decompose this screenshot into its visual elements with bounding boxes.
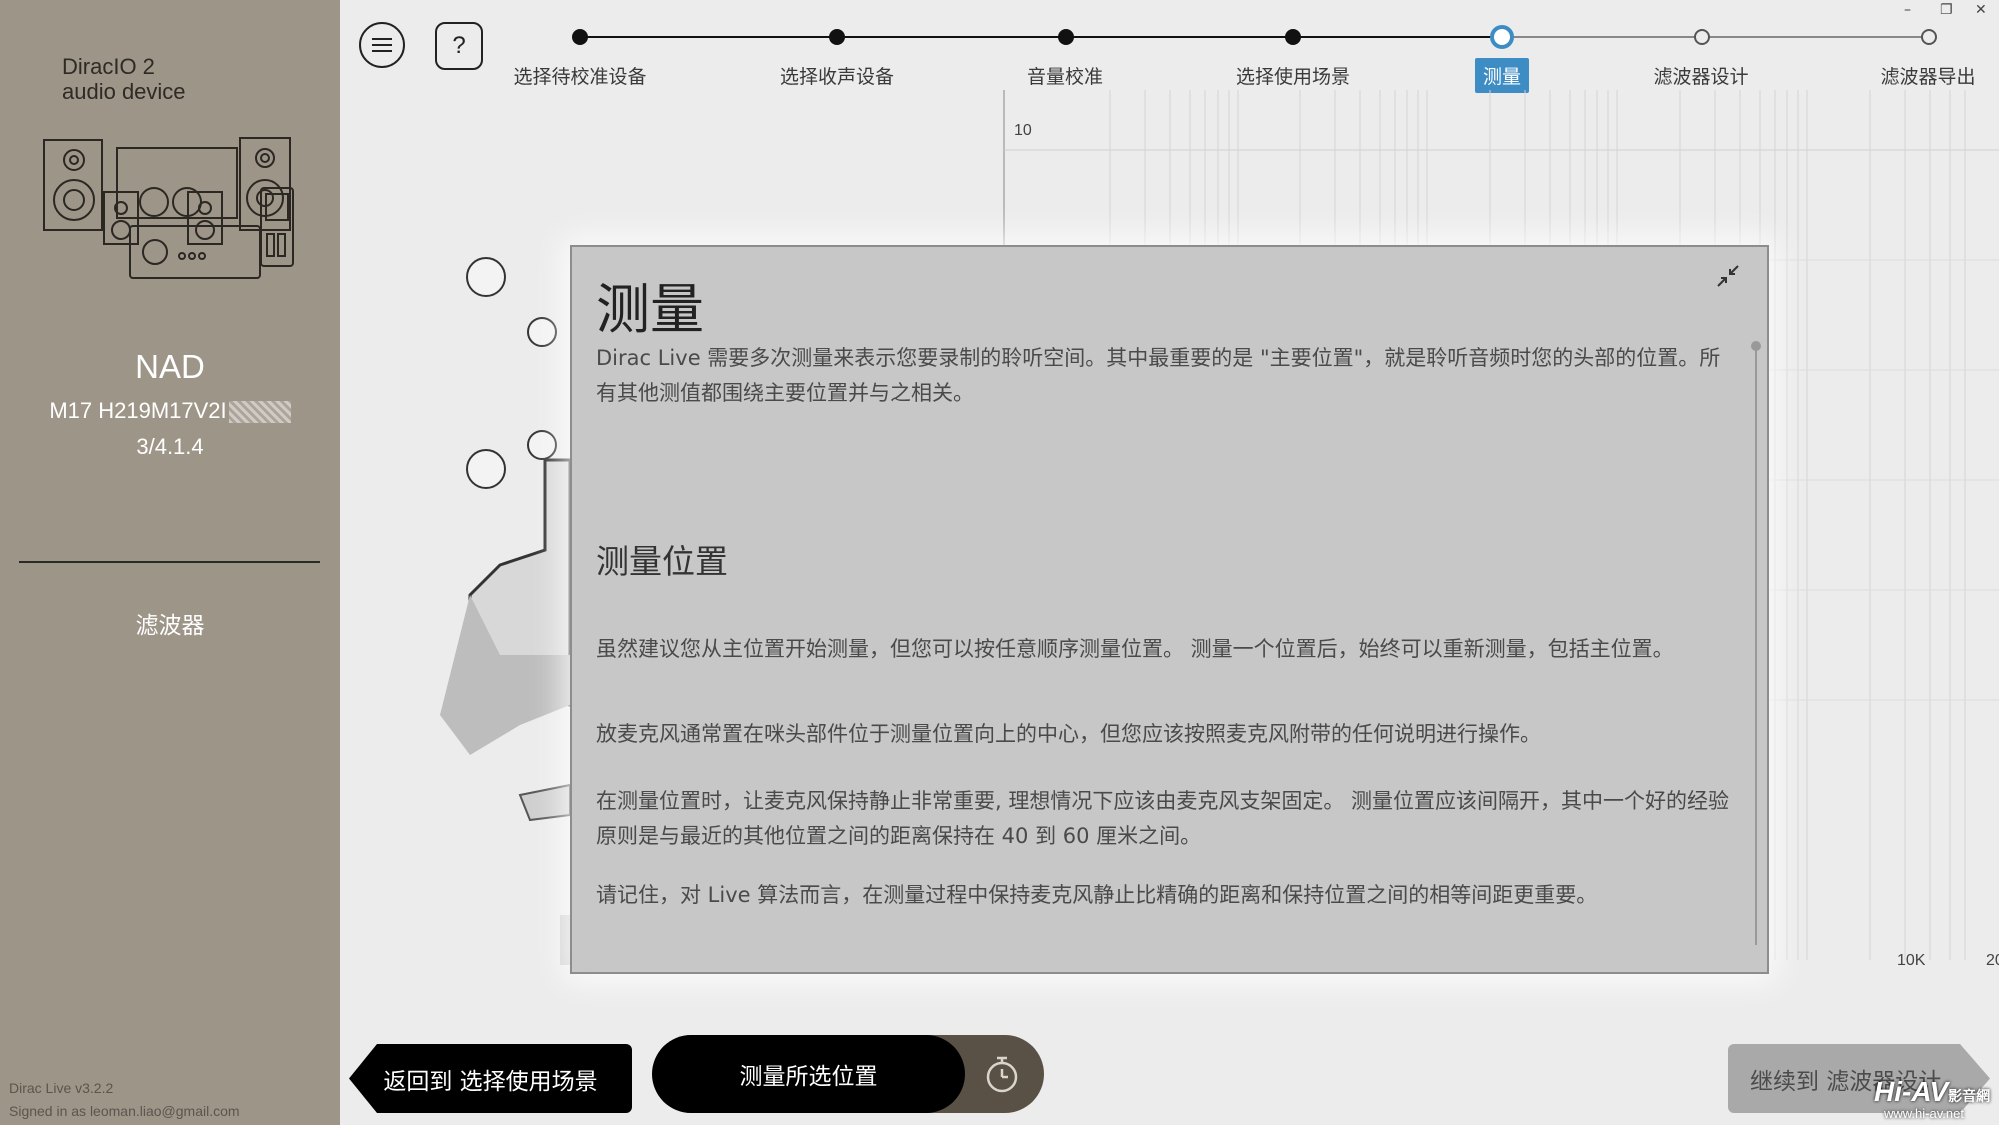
y-tick-10: 10: [1014, 122, 1032, 139]
step-label-select-mic[interactable]: 选择收声设备: [780, 62, 894, 89]
measurement-help-dialog: 测量 Dirac Live 需要多次测量来表示您要录制的聆听空间。其中最重要的是…: [570, 245, 1769, 974]
dialog-para-3: 在测量位置时，让麦克风保持静止非常重要, 理想情况下应该由麦克风支架固定。 测量…: [596, 789, 1730, 848]
sidebar-footer: Dirac Live v3.2.2 Signed in as leoman.li…: [9, 1077, 240, 1123]
stepper-remaining-line: [1502, 36, 1929, 38]
dialog-para-4: 请记住，对 Live 算法而言，在测量过程中保持麦克风静止比精确的距离和保持位置…: [596, 883, 1598, 907]
position-marker[interactable]: [466, 257, 506, 297]
step-dot-scenario[interactable]: [1285, 29, 1301, 45]
redacted-serial: [228, 401, 291, 424]
dialog-scroll-thumb[interactable]: [1751, 341, 1761, 351]
collapse-icon[interactable]: [1717, 265, 1739, 287]
menu-button[interactable]: [359, 22, 405, 68]
restore-button[interactable]: ❐: [1940, 2, 1953, 18]
step-label-measure[interactable]: 测量: [1474, 58, 1530, 93]
device-title: DiracIO 2 audio device: [62, 54, 186, 104]
watermark-logo: Hi-AV影音網 www.hi-av.net: [1874, 1076, 1991, 1121]
device-name-line1: DiracIO 2: [62, 54, 155, 79]
speaker-system-illustration: [43, 137, 294, 279]
measure-selected-button[interactable]: 测量所选位置: [652, 1035, 965, 1113]
step-dot-measure[interactable]: [1490, 25, 1514, 49]
x-tick-20k: 20: [1986, 952, 1999, 969]
minimize-button[interactable]: –: [1904, 2, 1911, 18]
step-label-volume[interactable]: 音量校准: [1027, 62, 1103, 89]
step-label-filter-design[interactable]: 滤波器设计: [1653, 62, 1748, 89]
step-dot-filter-export[interactable]: [1921, 29, 1937, 45]
listener-chair-illustration: [440, 458, 572, 965]
step-dot-volume[interactable]: [1058, 29, 1074, 45]
step-label-filter-export[interactable]: 滤波器导出: [1880, 62, 1975, 89]
stepper-progress-line: [580, 36, 1502, 38]
step-label-select-device[interactable]: 选择待校准设备: [513, 62, 646, 89]
step-dot-filter-design[interactable]: [1694, 29, 1710, 45]
signed-in-text: Signed in as leoman.liao@gmail.com: [9, 1103, 240, 1119]
measure-button-group: 测量所选位置: [652, 1035, 1044, 1113]
sidebar: DiracIO 2 audio device NAD M17 H219M17V2…: [0, 0, 340, 1125]
watermark-text-cn: 影音網: [1948, 1088, 1991, 1104]
watermark-url: www.hi-av.net: [1884, 1106, 1964, 1121]
x-tick-10k: 10K: [1897, 952, 1926, 969]
dialog-para-2: 放麦克风通常置在咪头部件位于测量位置向上的中心，但您应该按照麦克风附带的任何说明…: [596, 722, 1541, 746]
sidebar-item-filter[interactable]: 滤波器: [0, 606, 340, 640]
section-title: 测量位置: [596, 542, 728, 581]
sidebar-divider: [19, 561, 320, 563]
timer-icon[interactable]: [982, 1054, 1022, 1094]
dialog-para-1: 虽然建议您从主位置开始测量，但您可以按任意顺序测量位置。 测量一个位置后，始终可…: [596, 637, 1674, 661]
device-model: M17 H219M17V2I: [0, 398, 340, 424]
step-dot-select-device[interactable]: [572, 29, 588, 45]
app-version: Dirac Live v3.2.2: [9, 1080, 114, 1096]
device-version: 3/4.1.4: [136, 434, 204, 459]
device-model-text: M17 H219M17V2I: [49, 398, 227, 423]
back-button[interactable]: 返回到 选择使用场景: [349, 1044, 632, 1113]
dialog-intro: Dirac Live 需要多次测量来表示您要录制的聆听空间。其中最重要的是 "主…: [596, 346, 1721, 405]
step-label-scenario[interactable]: 选择使用场景: [1236, 62, 1350, 89]
close-window-button[interactable]: ✕: [1975, 2, 1987, 18]
dialog-title: 测量: [596, 278, 704, 341]
hamburger-icon: [372, 38, 392, 52]
dialog-scrollbar[interactable]: [1755, 345, 1757, 945]
watermark-text: Hi-AV: [1874, 1076, 1949, 1107]
step-dot-select-mic[interactable]: [829, 29, 845, 45]
device-brand: NAD: [135, 348, 205, 385]
position-marker[interactable]: [527, 317, 557, 347]
device-name-line2: audio device: [62, 79, 186, 104]
help-button[interactable]: ?: [435, 22, 483, 70]
